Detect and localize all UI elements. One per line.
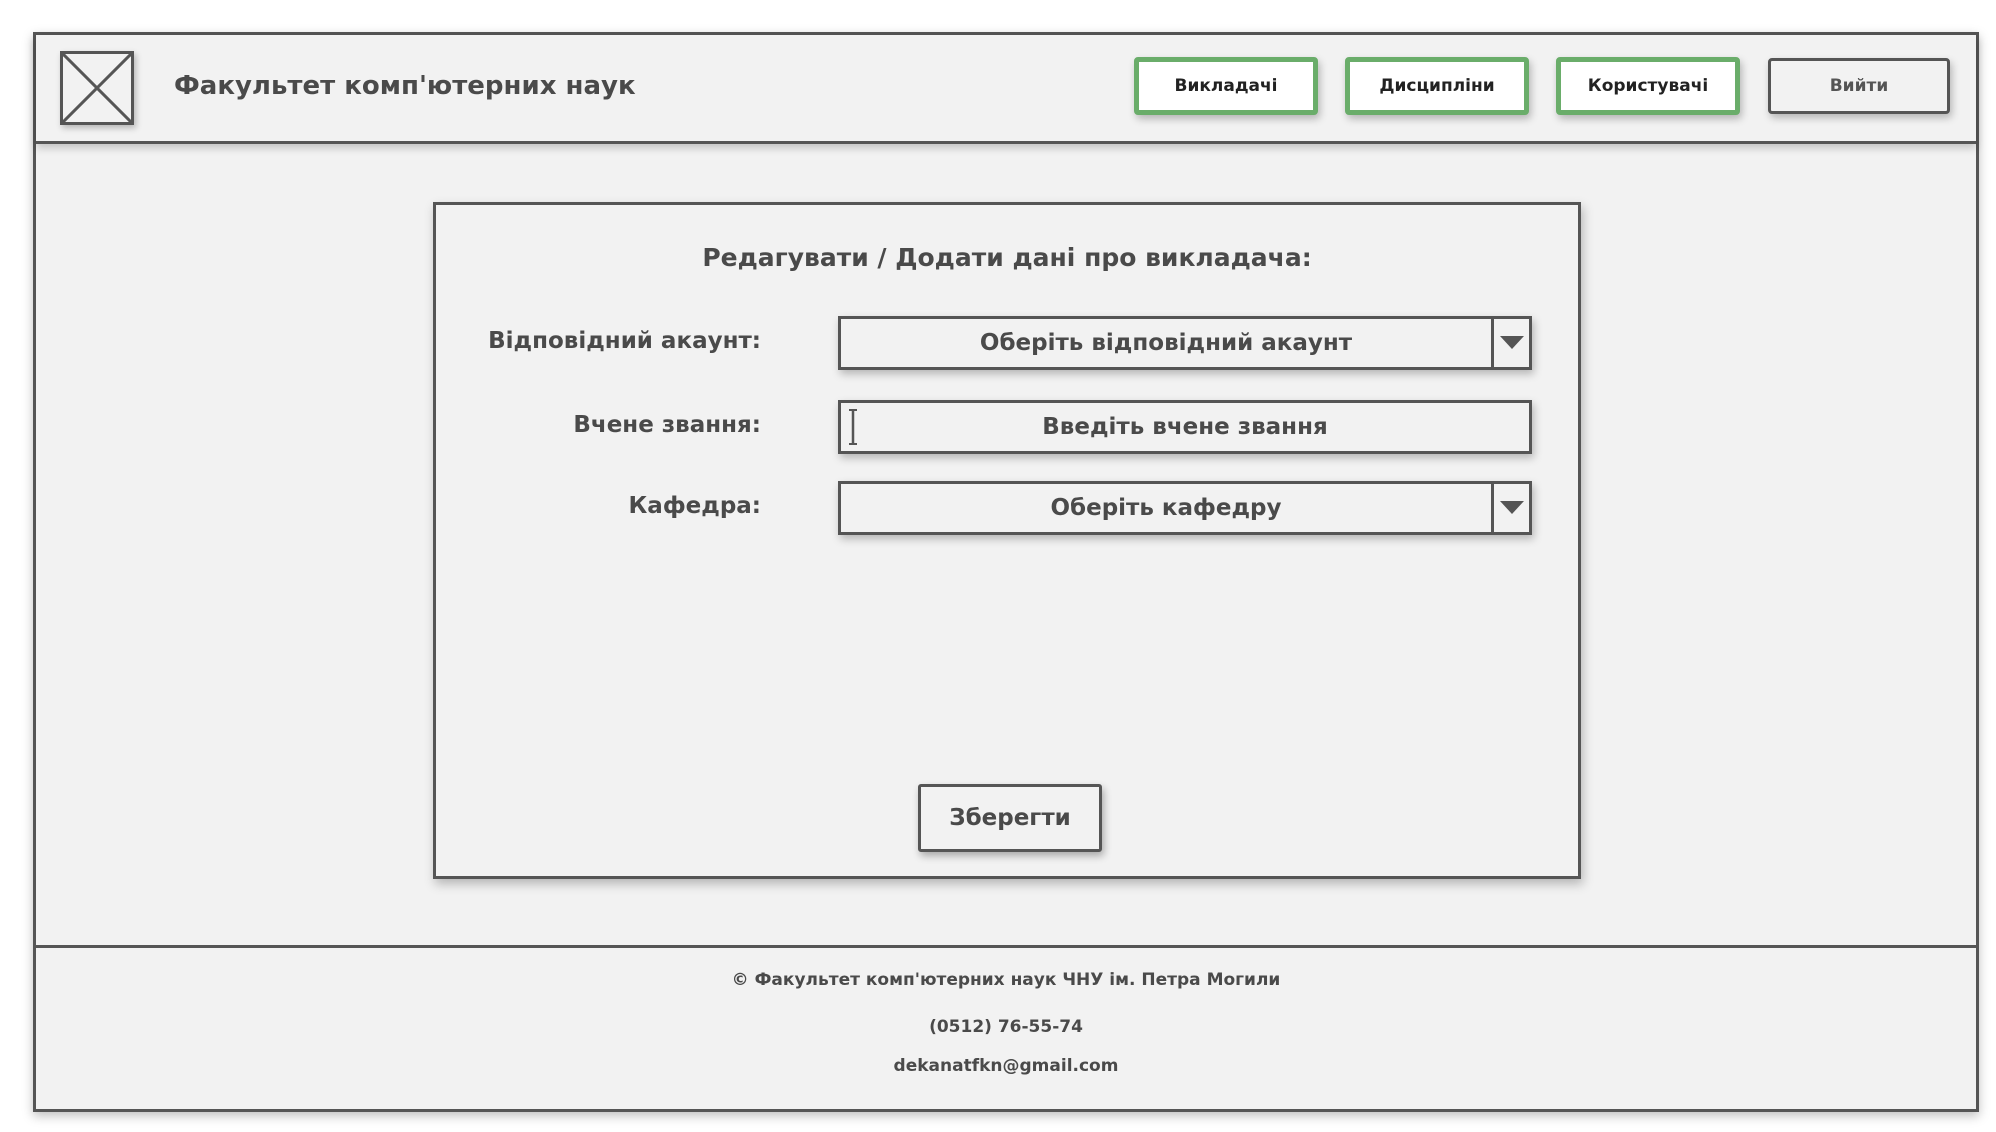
footer-phone: (0512) 76-55-74 xyxy=(929,1017,1083,1037)
nav-button-teachers[interactable]: Викладачі xyxy=(1134,57,1318,115)
footer-copyright: © Факультет комп'ютерних наук ЧНУ ім. Пе… xyxy=(731,970,1281,990)
degree-input[interactable]: Введіть вчене звання xyxy=(838,400,1532,454)
chevron-down-icon xyxy=(1499,336,1524,349)
footer: © Факультет комп'ютерних наук ЧНУ ім. Пе… xyxy=(36,945,1976,1109)
app-window: Факультет комп'ютерних наук Викладачі Ди… xyxy=(33,32,1979,1112)
nav-button-users[interactable]: Користувачі xyxy=(1556,57,1740,115)
department-label: Кафедра: xyxy=(628,493,762,519)
department-select[interactable]: Оберіть кафедру xyxy=(838,481,1532,535)
account-select-placeholder: Оберіть відповідний акаунт xyxy=(979,330,1353,356)
header: Факультет комп'ютерних наук Викладачі Ди… xyxy=(36,35,1976,144)
department-dropdown-button[interactable] xyxy=(1491,484,1529,532)
degree-label: Вчене звання: xyxy=(573,412,761,438)
save-button[interactable]: Зберегти xyxy=(918,784,1102,852)
nav-button-disciplines[interactable]: Дисципліни xyxy=(1345,57,1529,115)
account-dropdown-button[interactable] xyxy=(1491,319,1529,367)
teacher-form-card: Редагувати / Додати дані про викладача: … xyxy=(433,202,1581,879)
chevron-down-icon xyxy=(1499,501,1524,514)
footer-email[interactable]: dekanatfkn@gmail.com xyxy=(36,1056,1976,1076)
logout-button[interactable]: Вийти xyxy=(1768,58,1950,114)
account-select[interactable]: Оберіть відповідний акаунт xyxy=(838,316,1532,370)
logo-placeholder-icon xyxy=(60,51,134,125)
degree-input-placeholder: Введіть вчене звання xyxy=(1042,414,1328,440)
department-select-placeholder: Оберіть кафедру xyxy=(1050,495,1282,521)
site-title: Факультет комп'ютерних наук xyxy=(174,71,636,101)
account-label: Відповідний акаунт: xyxy=(488,328,761,354)
form-title: Редагувати / Додати дані про викладача: xyxy=(702,243,1312,272)
